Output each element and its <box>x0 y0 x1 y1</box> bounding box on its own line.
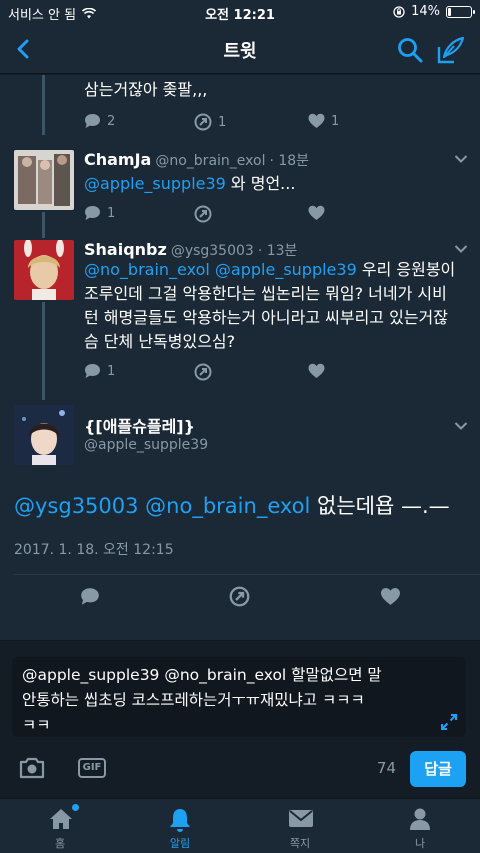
reply-count: 2 <box>107 113 116 129</box>
thread-line <box>42 302 45 400</box>
retweet-action[interactable]: 1 <box>194 113 226 131</box>
battery-icon <box>446 5 475 18</box>
reply-icon[interactable] <box>80 587 100 606</box>
chevron-down-icon[interactable] <box>454 154 468 164</box>
main-tweet-author-name[interactable]: {[애플슈플레]} <box>84 413 195 437</box>
mention-link[interactable]: @apple_supple39 <box>84 174 226 193</box>
chevron-down-icon[interactable] <box>454 421 468 431</box>
tweet-text: @apple_supple39 와 명언... <box>84 172 295 196</box>
reply-compose-area: @apple_supple39 @no_brain_exol 할말없으면 말 안… <box>0 640 480 798</box>
status-bar: 서비스 안 됨 오전 12:21 14% <box>0 0 480 24</box>
author-handle: @ysg35003 <box>170 243 254 259</box>
character-count: 74 <box>376 759 396 777</box>
retweet-icon <box>194 363 212 381</box>
nav-bar: 트윗 <box>0 24 480 74</box>
notification-dot <box>72 804 79 811</box>
main-tweet-date: 2017. 1. 18. 오전 12:15 <box>14 542 174 558</box>
heart-icon <box>308 205 325 220</box>
like-action[interactable] <box>308 205 325 221</box>
tweet-text-rest: 와 명언... <box>225 174 296 193</box>
tweet-author[interactable]: ChamJa @no_brain_exol · 18분 <box>84 150 309 170</box>
reply-action[interactable]: 1 <box>84 205 115 221</box>
author-handle: @no_brain_exol <box>155 153 266 169</box>
heart-icon <box>308 363 325 378</box>
reply-action[interactable]: 1 <box>84 363 115 379</box>
chevron-down-icon[interactable] <box>454 244 468 254</box>
avatar[interactable] <box>14 240 74 300</box>
tab-label: 나 <box>414 837 426 850</box>
reply-icon <box>85 206 100 220</box>
reply-icon <box>85 364 100 378</box>
retweet-count: 1 <box>218 114 227 130</box>
retweet-icon <box>194 113 212 131</box>
like-action[interactable] <box>308 363 325 379</box>
reply-submit-button[interactable]: 답글 <box>410 751 466 787</box>
like-action[interactable]: 1 <box>308 113 339 129</box>
tweet-text: 삼는거잖아 좆팔,,, <box>84 80 208 99</box>
tweet-text-line: 우리 응원봉이 <box>356 260 456 279</box>
retweet-icon[interactable] <box>229 586 250 607</box>
expand-icon[interactable] <box>440 713 458 731</box>
compose-line: ㅋㅋ <box>22 716 51 734</box>
author-name: Shaiqnbz <box>84 240 167 259</box>
reply-text-input[interactable]: @apple_supple39 @no_brain_exol 할말없으면 말 안… <box>12 657 466 737</box>
heart-icon[interactable] <box>380 587 401 606</box>
bell-icon <box>170 809 190 832</box>
heart-icon <box>308 113 325 128</box>
tweet-time: · 13분 <box>257 243 298 259</box>
avatar[interactable] <box>14 405 74 465</box>
gif-button[interactable]: GIF <box>78 758 106 778</box>
tweet-author[interactable]: Shaiqnbz @ysg35003 · 13분 <box>84 240 297 260</box>
battery-percent: 14% <box>411 4 440 19</box>
status-right: 14% <box>393 4 475 19</box>
reply-icon <box>85 114 100 128</box>
battery-fill <box>448 7 451 16</box>
mention-link[interactable]: @no_brain_exol @apple_supple39 <box>84 260 357 279</box>
main-tweet-author-handle: @apple_supple39 <box>84 437 209 453</box>
like-count: 1 <box>331 113 340 129</box>
author-name: ChamJa <box>84 150 152 169</box>
thread-line <box>42 212 45 238</box>
avatar-image <box>14 150 74 210</box>
main-tweet-text-rest: 없는데욥 —.— <box>310 494 450 518</box>
tab-bar: 홈 알림 쪽지 나 <box>0 798 480 853</box>
reply-count: 1 <box>107 205 116 221</box>
tab-label: 알림 <box>169 837 191 850</box>
tab-notifications[interactable]: 알림 <box>120 799 240 853</box>
tweet-text: @no_brain_exol @apple_supple39 우리 응원봉이 조… <box>84 258 472 354</box>
tweet-text-line: 조루인데 그걸 악용한다는 씹논리는 뭐임? 너네가 시비 <box>84 284 447 303</box>
avatar-image <box>14 405 74 465</box>
tab-messages[interactable]: 쪽지 <box>240 799 360 853</box>
retweet-icon <box>194 205 212 223</box>
tab-home[interactable]: 홈 <box>0 799 120 853</box>
envelope-icon <box>289 810 313 827</box>
compose-line: @apple_supple39 @no_brain_exol 할말없으면 말 <box>22 666 382 684</box>
thread-line <box>42 75 45 135</box>
tweet-time: · 18분 <box>269 153 310 169</box>
reply-count: 1 <box>107 363 116 379</box>
home-icon <box>50 809 72 829</box>
tab-label: 쪽지 <box>289 837 311 850</box>
reply-action[interactable]: 2 <box>84 113 115 129</box>
compose-tweet-icon[interactable] <box>436 35 466 65</box>
avatar-image <box>14 240 74 300</box>
mention-link[interactable]: @ysg35003 @no_brain_exol <box>14 494 310 518</box>
retweet-action[interactable] <box>194 363 212 381</box>
avatar[interactable] <box>14 150 74 210</box>
divider <box>14 574 480 575</box>
camera-icon[interactable] <box>18 756 46 780</box>
compose-line: 안통하는 씹초딩 코스프레하는거ㅜㅠ재밌냐고 ㅋㅋㅋ <box>22 691 365 709</box>
rotation-lock-icon <box>393 5 405 18</box>
main-tweet-text: @ysg35003 @no_brain_exol 없는데욥 —.— <box>14 492 450 520</box>
tweet-text-line: 슴 단체 난독병있으심? <box>84 332 236 351</box>
profile-icon <box>410 808 430 830</box>
retweet-action[interactable] <box>194 205 212 223</box>
tweet-text-line: 턴 해명글들도 악용하는거 아니라고 씨부리고 있는거잖 <box>84 308 448 327</box>
tab-label: 홈 <box>54 837 66 850</box>
tab-me[interactable]: 나 <box>360 799 480 853</box>
search-icon[interactable] <box>396 36 424 64</box>
